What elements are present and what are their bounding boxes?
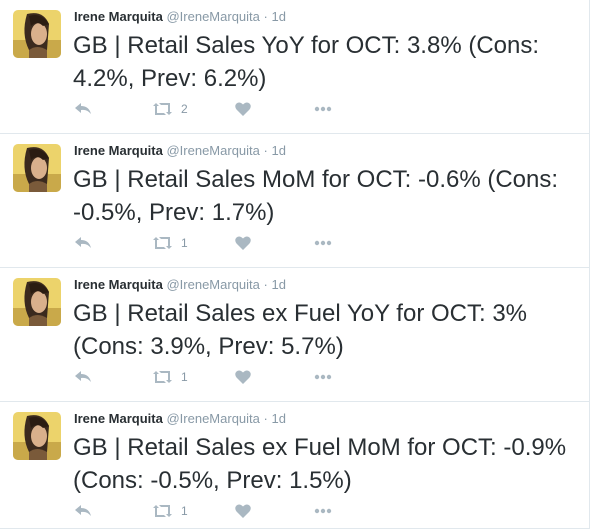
reply-button[interactable] (74, 501, 92, 521)
author-handle[interactable]: @IreneMarquita (166, 143, 259, 158)
avatar[interactable] (13, 10, 61, 58)
retweet-button[interactable]: 1 (152, 233, 188, 253)
reply-icon (75, 103, 91, 114)
tweet[interactable]: Irene Marquita @IreneMarquita · 1d GB | … (0, 0, 590, 134)
timestamp[interactable]: 1d (271, 277, 285, 292)
separator: · (263, 9, 268, 24)
tweet[interactable]: Irene Marquita @IreneMarquita · 1d GB | … (0, 134, 590, 268)
like-button[interactable] (235, 501, 251, 521)
retweet-button[interactable]: 1 (152, 501, 188, 521)
tweet-text: GB | Retail Sales YoY for OCT: 3.8% (Con… (73, 32, 540, 92)
reply-button[interactable] (74, 99, 92, 119)
like-button[interactable] (235, 233, 251, 253)
retweet-count: 2 (181, 102, 188, 116)
author-handle[interactable]: @IreneMarquita (166, 9, 259, 24)
author-name[interactable]: Irene Marquita (74, 9, 163, 24)
more-button[interactable] (314, 99, 332, 119)
avatar[interactable] (13, 144, 61, 192)
timestamp[interactable]: 1d (271, 9, 285, 24)
retweet-button[interactable]: 1 (152, 367, 188, 387)
timestamp[interactable]: 1d (271, 411, 285, 426)
more-button[interactable] (314, 233, 332, 253)
tweet-header: Irene Marquita @IreneMarquita · 1d (74, 143, 286, 159)
like-button[interactable] (235, 99, 251, 119)
heart-icon (235, 504, 251, 518)
author-name[interactable]: Irene Marquita (74, 411, 163, 426)
tweet-text: GB | Retail Sales MoM for OCT: -0.6% (Co… (73, 166, 559, 226)
author-handle[interactable]: @IreneMarquita (166, 277, 259, 292)
tweet[interactable]: Irene Marquita @IreneMarquita · 1d GB | … (0, 402, 590, 529)
more-button[interactable] (314, 501, 332, 521)
reply-icon (75, 371, 91, 382)
more-icon (314, 106, 332, 112)
separator: · (263, 411, 268, 426)
heart-icon (235, 370, 251, 384)
tweet[interactable]: Irene Marquita @IreneMarquita · 1d GB | … (0, 268, 590, 402)
retweet-button[interactable]: 2 (152, 99, 188, 119)
timestamp[interactable]: 1d (271, 143, 285, 158)
tweet-header: Irene Marquita @IreneMarquita · 1d (74, 277, 286, 293)
more-icon (314, 374, 332, 380)
reply-button[interactable] (74, 233, 92, 253)
retweet-count: 1 (181, 504, 188, 518)
tweet-text: GB | Retail Sales ex Fuel YoY for OCT: 3… (73, 300, 528, 360)
avatar[interactable] (13, 412, 61, 460)
tweet-header: Irene Marquita @IreneMarquita · 1d (74, 411, 286, 427)
heart-icon (235, 102, 251, 116)
reply-icon (75, 237, 91, 248)
more-icon (314, 240, 332, 246)
heart-icon (235, 236, 251, 250)
author-name[interactable]: Irene Marquita (74, 277, 163, 292)
retweet-count: 1 (181, 236, 188, 250)
retweet-count: 1 (181, 370, 188, 384)
tweet-header: Irene Marquita @IreneMarquita · 1d (74, 9, 286, 25)
retweet-icon (153, 103, 172, 115)
tweet-text: GB | Retail Sales ex Fuel MoM for OCT: -… (73, 434, 567, 494)
author-handle[interactable]: @IreneMarquita (166, 411, 259, 426)
timeline: Irene Marquita @IreneMarquita · 1d GB | … (0, 0, 591, 529)
more-icon (314, 508, 332, 514)
reply-button[interactable] (74, 367, 92, 387)
reply-icon (75, 505, 91, 516)
more-button[interactable] (314, 367, 332, 387)
separator: · (263, 277, 268, 292)
like-button[interactable] (235, 367, 251, 387)
retweet-icon (153, 237, 172, 249)
retweet-icon (153, 505, 172, 517)
separator: · (263, 143, 268, 158)
avatar[interactable] (13, 278, 61, 326)
retweet-icon (153, 371, 172, 383)
author-name[interactable]: Irene Marquita (74, 143, 163, 158)
